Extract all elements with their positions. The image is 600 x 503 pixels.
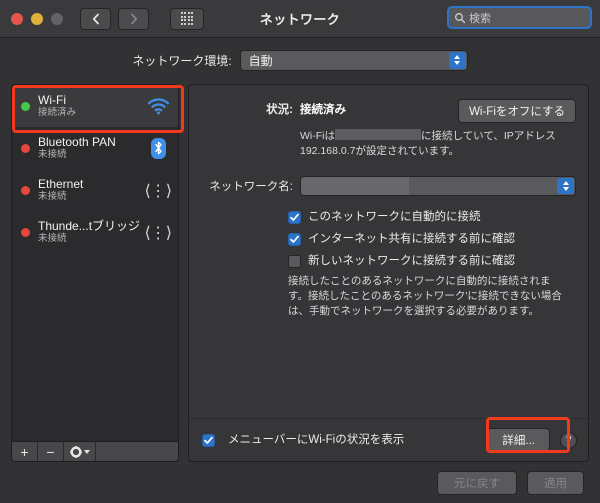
help-button[interactable]: ?	[560, 431, 577, 449]
ethernet-icon: ⟨⋮⟩	[144, 180, 172, 200]
network-environment-row: ネットワーク環境: 自動	[0, 38, 600, 84]
content-area: Wi-Fi 接続済み Bluetooth PAN 未接続 Ethernet 未接…	[0, 84, 600, 462]
checkmark-icon	[290, 235, 299, 243]
checkbox-ask-new-networks[interactable]	[288, 255, 301, 268]
close-button[interactable]	[11, 12, 23, 25]
search-placeholder: 検索	[469, 12, 491, 25]
sidebar-item-ethernet[interactable]: Ethernet 未接続 ⟨⋮⟩	[12, 169, 178, 211]
ssid-redaction	[335, 129, 421, 140]
wifi-icon	[145, 97, 171, 115]
show-all-button[interactable]	[170, 7, 204, 30]
chevron-right-icon	[130, 13, 137, 24]
status-label: 状況:	[266, 104, 293, 116]
status-dot-connected	[21, 101, 30, 111]
status-dot-disconnected	[21, 143, 30, 153]
status-description-pre: Wi-Fiは	[300, 130, 335, 142]
search-icon	[455, 12, 466, 23]
sidebar-item-label: Bluetooth PAN	[38, 135, 116, 149]
status-dot-disconnected	[21, 227, 30, 237]
status-description: Wi-Fiは に接続していて、IPアドレス 192.168.0.7が設定されていま…	[300, 129, 576, 159]
stepper-icon	[448, 51, 466, 69]
remove-service-button[interactable]: −	[38, 442, 64, 461]
wifi-options-group: このネットワークに自動的に接続 インターネット共有に接続する前に確認 新しいネッ…	[288, 211, 576, 319]
status-value: 接続済み	[300, 104, 346, 116]
apply-button[interactable]: 適用	[527, 470, 584, 495]
checkbox-show-wifi-in-menubar[interactable]	[202, 433, 215, 447]
checkbox-label: メニューバーにWi-Fiの状況を表示	[228, 433, 405, 446]
add-service-button[interactable]: +	[12, 442, 38, 461]
status-row: 状況: 接続済み Wi-Fiをオフにする Wi-Fiは に接続していて、IPアドレ…	[189, 99, 588, 159]
turn-wifi-off-button[interactable]: Wi-Fiをオフにする	[458, 99, 576, 123]
navigation-buttons	[80, 7, 204, 30]
network-name-label: ネットワーク名:	[209, 181, 293, 193]
network-environment-value: 自動	[248, 53, 273, 68]
gear-icon	[69, 445, 82, 458]
checkbox-label: 新しいネットワークに接続する前に確認	[308, 255, 515, 267]
checkbox-auto-join-row[interactable]: このネットワークに自動的に接続	[288, 211, 576, 224]
network-name-redaction	[301, 177, 409, 195]
status-dot-disconnected	[21, 185, 30, 195]
sidebar-item-bluetooth-pan[interactable]: Bluetooth PAN 未接続	[12, 127, 178, 169]
search-input[interactable]: 検索	[447, 6, 592, 29]
checkmark-icon	[204, 436, 213, 444]
wifi-detail-panel: 状況: 接続済み Wi-Fiをオフにする Wi-Fiは に接続していて、IPアドレ…	[188, 84, 589, 462]
sidebar-item-status: 未接続	[38, 191, 67, 202]
sidebar-item-status: 未接続	[38, 149, 67, 160]
search-container: 検索	[447, 6, 592, 29]
forward-button	[118, 7, 149, 30]
network-name-select[interactable]	[300, 176, 576, 196]
checkbox-label: このネットワークに自動的に接続	[308, 211, 481, 223]
back-button[interactable]	[80, 7, 111, 30]
network-service-list: Wi-Fi 接続済み Bluetooth PAN 未接続 Ethernet 未接…	[11, 84, 179, 441]
minimize-button[interactable]	[31, 12, 43, 25]
checkbox-ask-new-networks-row[interactable]: 新しいネットワークに接続する前に確認	[288, 255, 576, 268]
checkbox-ask-internet-sharing[interactable]	[288, 233, 301, 246]
chevron-down-icon	[83, 449, 90, 454]
checkbox-ask-internet-sharing-row[interactable]: インターネット共有に接続する前に確認	[288, 233, 576, 246]
sidebar-item-status: 未接続	[38, 233, 67, 244]
checkbox-auto-join[interactable]	[288, 211, 301, 224]
zoom-button	[51, 12, 63, 25]
service-list-toolbar: + −	[11, 441, 179, 462]
wifi-options-help-text: 接続したことのあるネットワークに自動的に接続されます。接続したことのあるネットワ…	[288, 275, 562, 317]
grid-view-icon	[180, 12, 194, 25]
chevron-left-icon	[92, 13, 99, 24]
ethernet-icon: ⟨⋮⟩	[144, 222, 172, 242]
checkmark-icon	[290, 213, 299, 221]
sidebar-item-status: 接続済み	[38, 107, 77, 118]
sidebar-item-wifi[interactable]: Wi-Fi 接続済み	[12, 85, 178, 127]
details-button[interactable]: 詳細...	[487, 428, 550, 452]
checkbox-label: インターネット共有に接続する前に確認	[308, 233, 515, 245]
traffic-lights	[11, 12, 63, 25]
network-name-row: ネットワーク名:	[189, 176, 588, 196]
network-preferences-window: ネットワーク 検索 ネットワーク環境: 自動 Wi-Fi 接続済み Blueto…	[0, 0, 600, 503]
sidebar-item-label: Wi-Fi	[38, 93, 66, 107]
bluetooth-icon	[150, 137, 166, 159]
detail-panel-column: 状況: 接続済み Wi-Fiをオフにする Wi-Fiは に接続していて、IPアドレ…	[188, 84, 589, 462]
sidebar-item-label: Ethernet	[38, 177, 84, 191]
stepper-icon	[557, 178, 574, 194]
panel-footer: メニューバーにWi-Fiの状況を表示 詳細... ?	[189, 418, 588, 461]
titlebar: ネットワーク 検索	[0, 0, 600, 38]
network-environment-label: ネットワーク環境:	[132, 53, 232, 68]
window-footer: 元に戻す 適用	[0, 462, 600, 503]
sidebar-item-thunderbolt-bridge[interactable]: Thunde...tブリッジ 未接続 ⟨⋮⟩	[12, 211, 178, 253]
revert-button[interactable]: 元に戻す	[437, 470, 517, 495]
service-actions-button[interactable]	[64, 442, 96, 461]
sidebar-item-label: Thunde...tブリッジ	[38, 219, 141, 233]
network-environment-select[interactable]: 自動	[239, 49, 468, 71]
sidebar: Wi-Fi 接続済み Bluetooth PAN 未接続 Ethernet 未接…	[11, 84, 179, 462]
